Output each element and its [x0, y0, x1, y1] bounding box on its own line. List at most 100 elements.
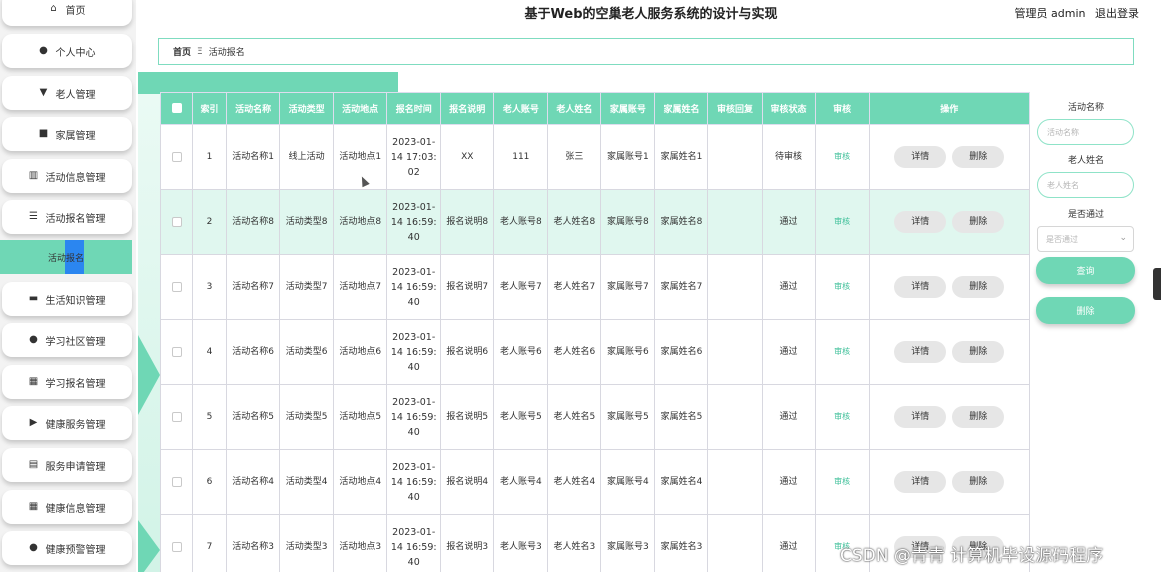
cell-index: 6	[192, 449, 228, 515]
table-row[interactable]: 6 活动名称4 活动类型4 活动地点4 2023-01-14 16:59:40 报名说明4…	[160, 449, 1030, 515]
cell-family-name: 家属姓名8	[654, 189, 709, 255]
detail-button[interactable]: 详情	[894, 471, 947, 493]
row-checkbox[interactable]	[171, 216, 182, 227]
cell-time: 2023-01-14 16:59:40	[386, 449, 442, 515]
sidebar-item-life-knowledge[interactable]: ▬ 生活知识管理	[2, 282, 132, 316]
logout-link[interactable]: 退出登录	[1095, 7, 1139, 20]
row-select-cell[interactable]	[160, 514, 194, 572]
cell-name: 活动名称1	[226, 124, 281, 190]
row-select-cell[interactable]	[160, 254, 194, 320]
cell-elder-name: 老人姓名6	[547, 319, 602, 385]
cell-time: 2023-01-14 16:59:40	[386, 384, 442, 450]
detail-button[interactable]: 详情	[894, 276, 947, 298]
sidebar-item-activity-signup-mgmt[interactable]: ☰ 活动报名管理	[2, 200, 132, 234]
row-select-cell[interactable]	[160, 384, 194, 450]
cell-type: 活动类型8	[279, 189, 335, 255]
row-checkbox[interactable]	[171, 411, 182, 422]
cell-elder-name: 老人姓名5	[547, 384, 602, 450]
audit-link[interactable]: 审核	[834, 477, 850, 486]
sidebar-item-study-signup[interactable]: ▦ 学习报名管理	[2, 365, 132, 399]
chat-icon: ■	[38, 128, 49, 139]
audit-link[interactable]: 审核	[834, 152, 850, 161]
row-select-cell[interactable]	[160, 124, 194, 190]
detail-button[interactable]: 详情	[894, 406, 947, 428]
audit-cell: 审核	[814, 189, 870, 255]
row-checkbox[interactable]	[171, 541, 182, 552]
column-header: 报名说明	[440, 92, 495, 125]
sidebar-item-family[interactable]: ■ 家属管理	[2, 117, 132, 151]
detail-button[interactable]: 详情	[894, 341, 947, 363]
cell-place: 活动地点8	[333, 189, 388, 255]
breadcrumb-home[interactable]: 首页	[173, 45, 191, 58]
cell-type: 线上活动	[279, 124, 335, 190]
cell-desc: 报名说明8	[440, 189, 495, 255]
video-icon: ▶	[29, 417, 38, 428]
sidebar-item-home[interactable]: ⌂ 首页	[2, 0, 132, 26]
delete-button[interactable]: 删除	[952, 471, 1005, 493]
cell-name: 活动名称4	[226, 449, 281, 515]
row-select-cell[interactable]	[160, 449, 194, 515]
row-checkbox[interactable]	[171, 281, 182, 292]
delete-button[interactable]: 删除	[952, 341, 1005, 363]
sidebar-item-profile[interactable]: ● 个人中心	[2, 34, 132, 68]
audit-link[interactable]: 审核	[834, 412, 850, 421]
sidebar-item-label: 服务申请管理	[45, 461, 106, 473]
cell-status: 通过	[761, 384, 816, 450]
select-all-cell[interactable]	[160, 92, 194, 125]
audit-link[interactable]: 审核	[834, 347, 850, 356]
home-icon: ⌂	[50, 3, 57, 14]
sidebar-item-health-alert[interactable]: ● 健康预警管理	[2, 531, 132, 565]
passed-select[interactable]: 是否通过 ⌄	[1037, 226, 1134, 252]
page-title: 基于Web的空巢老人服务系统的设计与实现	[524, 7, 778, 22]
delete-button[interactable]: 删除	[952, 276, 1005, 298]
sidebar-item-elders[interactable]: ▼ 老人管理	[2, 76, 132, 110]
grid-icon: ▦	[28, 376, 39, 387]
audit-link[interactable]: 审核	[834, 282, 850, 291]
table-row[interactable]: 5 活动名称5 活动类型5 活动地点5 2023-01-14 16:59:40 报名说明5…	[160, 384, 1030, 450]
table-row[interactable]: 3 活动名称7 活动类型7 活动地点7 2023-01-14 16:59:40 报名说明7…	[160, 254, 1030, 320]
cell-place: 活动地点7	[333, 254, 388, 320]
cell-family-acct: 家属账号5	[600, 384, 656, 450]
passed-select-value: 是否通过	[1046, 234, 1078, 244]
audit-link[interactable]: 审核	[834, 217, 850, 226]
delete-button[interactable]: 删除	[952, 406, 1005, 428]
detail-button[interactable]: 详情	[894, 211, 947, 233]
select-all-checkbox[interactable]	[171, 103, 182, 114]
row-checkbox[interactable]	[171, 346, 182, 357]
sidebar-item-study-community[interactable]: ● 学习社区管理	[2, 323, 132, 357]
detail-button[interactable]: 详情	[894, 146, 947, 168]
table-row[interactable]: 1 活动名称1 线上活动 活动地点1 2023-01-14 17:03:02 XX 111 张…	[160, 124, 1030, 190]
row-checkbox[interactable]	[171, 151, 182, 162]
elder-name-input[interactable]: 老人姓名	[1037, 172, 1134, 198]
row-checkbox[interactable]	[171, 476, 182, 487]
table-row[interactable]: 4 活动名称6 活动类型6 活动地点6 2023-01-14 16:59:40 报名说明6…	[160, 319, 1030, 385]
collapse-tab[interactable]	[1153, 268, 1161, 300]
query-button[interactable]: 查询	[1036, 257, 1135, 284]
sidebar-item-health-service[interactable]: ▶ 健康服务管理	[2, 406, 132, 440]
delete-button[interactable]: 删除	[952, 211, 1005, 233]
activity-name-input[interactable]: 活动名称	[1037, 119, 1134, 145]
sidebar-item-activity-signup[interactable]: 活动报名	[0, 240, 132, 274]
decor-triangle	[138, 335, 160, 415]
cell-place: 活动地点5	[333, 384, 388, 450]
cell-family-name: 家属姓名5	[654, 384, 709, 450]
sidebar-item-health-info[interactable]: ▦ 健康信息管理	[2, 490, 132, 524]
sidebar-item-service-apply[interactable]: ▤ 服务申请管理	[2, 448, 132, 482]
cell-desc: 报名说明6	[440, 319, 495, 385]
table-body: 1 活动名称1 线上活动 活动地点1 2023-01-14 17:03:02 XX 111 张…	[160, 124, 1030, 572]
row-select-cell[interactable]	[160, 189, 194, 255]
column-header: 操作	[868, 92, 1030, 125]
row-select-cell[interactable]	[160, 319, 194, 385]
table-row[interactable]: 2 活动名称8 活动类型8 活动地点8 2023-01-14 16:59:40 报名说明8…	[160, 189, 1030, 255]
delete-selected-button[interactable]: 删除	[1036, 297, 1135, 324]
sidebar-item-label: 家属管理	[55, 130, 96, 142]
column-header: 审核状态	[761, 92, 816, 125]
breadcrumb-current: 活动报名	[208, 48, 245, 58]
delete-button[interactable]: 删除	[952, 146, 1005, 168]
sidebar-item-activity-info[interactable]: ▥ 活动信息管理	[2, 159, 132, 193]
breadcrumb: 首页 Ξ 活动报名	[158, 38, 1134, 65]
cell-elder-acct: 老人账号3	[493, 514, 549, 572]
cell-family-acct: 家属账号7	[600, 254, 656, 320]
cell-index: 5	[192, 384, 228, 450]
cell-desc: 报名说明3	[440, 514, 495, 572]
